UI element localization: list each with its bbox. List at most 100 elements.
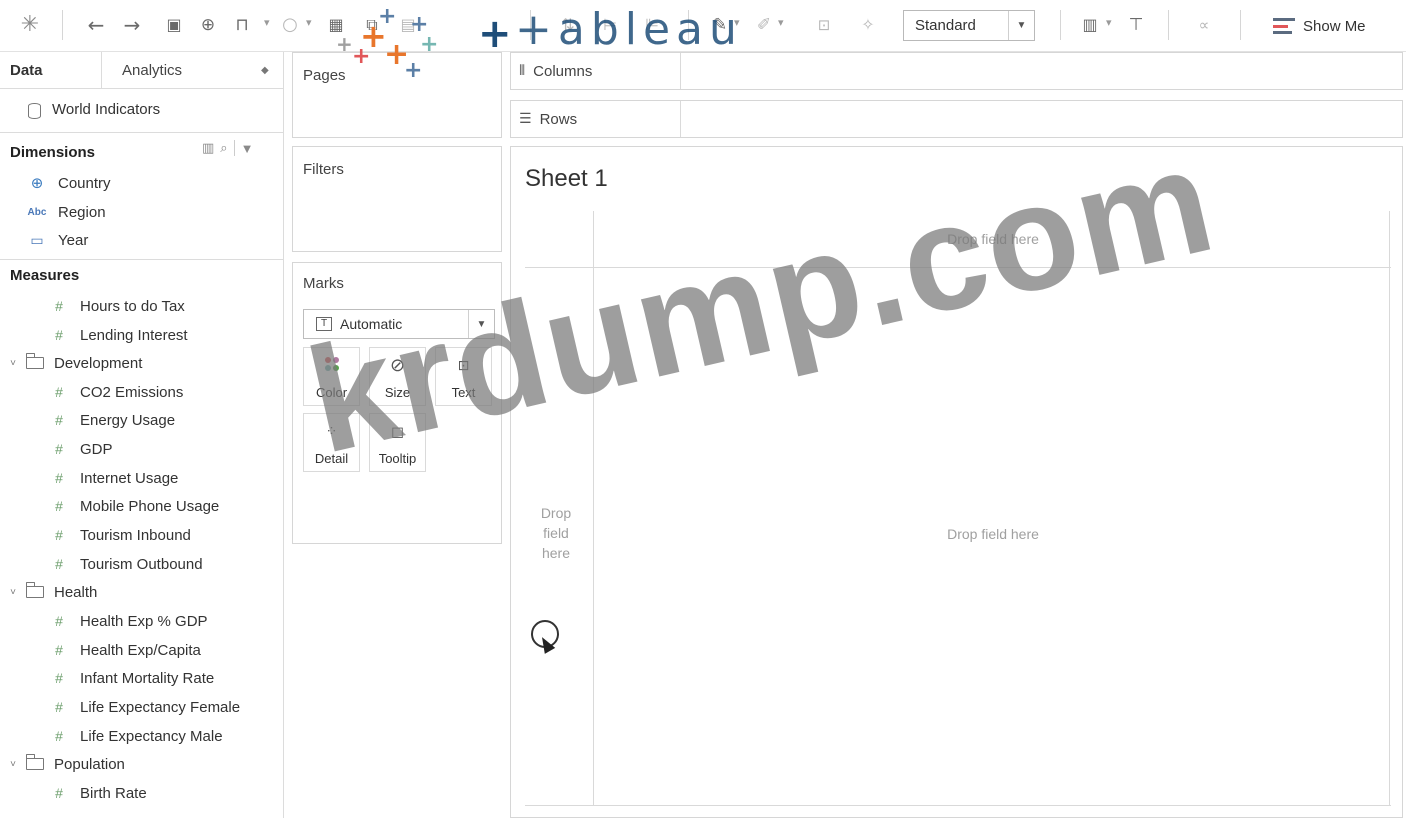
text-button-label: Text — [451, 385, 476, 400]
field-internet-usage[interactable]: # Internet Usage — [48, 465, 178, 491]
text-icon: ⊡ — [457, 358, 470, 374]
color-button[interactable]: Color — [303, 347, 360, 406]
field-label: Country — [58, 174, 111, 192]
chevron-down-icon[interactable]: ▼ — [468, 310, 494, 338]
hash-icon: # — [55, 699, 63, 715]
field-lending-interest[interactable]: # Lending Interest — [48, 322, 188, 348]
chevron-down-icon[interactable]: ▼ — [241, 141, 254, 156]
field-label: Life Expectancy Male — [80, 727, 223, 745]
group-icon[interactable]: ✐ — [752, 12, 776, 38]
run-update-icon[interactable]: ○ — [278, 12, 302, 38]
hash-icon: # — [55, 441, 63, 457]
drop-zone-left[interactable]: Drop field here — [531, 503, 581, 563]
text-mark-icon: T — [316, 317, 332, 331]
hash-icon: # — [55, 498, 63, 514]
tooltip-button[interactable]: ◻ Tooltip — [369, 413, 426, 472]
new-data-source-icon[interactable]: ⊕ — [196, 12, 220, 38]
chevron-down-icon[interactable]: ˅ — [6, 587, 20, 598]
mark-type-value: Automatic — [340, 316, 403, 332]
fit-select[interactable]: Standard ▼ — [903, 10, 1035, 41]
field-infant-mortality-rate[interactable]: # Infant Mortality Rate — [48, 665, 214, 691]
field-co2-emissions[interactable]: # CO2 Emissions — [48, 379, 183, 405]
section-divider — [0, 259, 284, 260]
tab-data[interactable]: Data — [0, 52, 102, 89]
filters-card[interactable]: Filters — [292, 146, 502, 252]
field-region[interactable]: Abc Region — [26, 199, 106, 225]
search-icon[interactable]: ⌕ — [220, 140, 227, 156]
tab-analytics[interactable]: Analytics — [102, 52, 182, 89]
hash-icon: # — [55, 384, 63, 400]
field-mobile-phone-usage[interactable]: # Mobile Phone Usage — [48, 493, 219, 519]
folder-development[interactable]: ˅ Development — [6, 350, 142, 376]
view-toggle-icon[interactable]: ▥ — [202, 140, 214, 156]
detail-button[interactable]: ⁘ Detail — [303, 413, 360, 472]
cards-caret-icon[interactable]: ▾ — [1106, 16, 1112, 29]
field-tourism-inbound[interactable]: # Tourism Inbound — [48, 522, 191, 548]
hash-icon: # — [55, 470, 63, 486]
field-year[interactable]: ▭ Year — [26, 227, 88, 253]
cards-icon[interactable]: ▥ — [1078, 12, 1102, 38]
run-update-caret-icon[interactable]: ▾ — [306, 16, 312, 29]
size-button[interactable]: ⊘ Size — [369, 347, 426, 406]
drop-zone-main[interactable]: Drop field here — [923, 526, 1063, 542]
field-health-exp-gdp[interactable]: # Health Exp % GDP — [48, 608, 207, 634]
fit-select-value: Standard — [915, 17, 976, 34]
globe-icon: ⊕ — [30, 175, 44, 192]
columns-label-text: Columns — [533, 62, 593, 80]
filters-card-title: Filters — [303, 161, 344, 178]
save-icon[interactable]: ▣ — [162, 12, 186, 38]
hash-icon: # — [55, 642, 63, 658]
folder-health[interactable]: ˅ Health — [6, 579, 97, 605]
labels-icon[interactable]: ⊡ — [812, 12, 836, 38]
field-country[interactable]: ⊕ Country — [26, 170, 111, 196]
show-me-button[interactable]: Show Me — [1273, 12, 1366, 40]
size-button-label: Size — [384, 385, 411, 400]
field-tourism-outbound[interactable]: # Tourism Outbound — [48, 551, 202, 577]
folder-population[interactable]: ˅ Population — [6, 751, 125, 777]
hash-icon: # — [55, 613, 63, 629]
logo-cross-icon: + — [352, 44, 371, 69]
chevron-down-icon[interactable]: ▼ — [1008, 11, 1034, 40]
hash-icon: # — [55, 527, 63, 543]
undo-icon[interactable]: ← — [84, 12, 108, 38]
field-life-expectancy-male[interactable]: # Life Expectancy Male — [48, 723, 223, 749]
field-label: Lending Interest — [80, 326, 188, 344]
data-source-row[interactable]: World Indicators — [0, 89, 284, 133]
drop-zone-top[interactable]: Drop field here — [923, 231, 1063, 247]
calendar-icon: ▭ — [30, 231, 44, 248]
field-hours-to-do-tax[interactable]: # Hours to do Tax — [48, 293, 185, 319]
column-header-divider — [525, 267, 1391, 268]
hash-icon: # — [55, 670, 63, 686]
field-label: Energy Usage — [80, 411, 176, 429]
chevron-down-icon[interactable]: ˅ — [6, 358, 20, 369]
pane-menu-icon[interactable]: ◆ — [261, 65, 269, 76]
show-me-icon — [1273, 18, 1295, 34]
rows-label-text: Rows — [539, 110, 578, 128]
worksheet-view: Sheet 1 Drop field here Drop field here … — [510, 146, 1403, 818]
marks-card-title: Marks — [303, 275, 344, 292]
columns-icon: ⦀ — [519, 63, 526, 79]
sheet-title[interactable]: Sheet 1 — [525, 165, 608, 193]
text-button[interactable]: ⊡ Text — [435, 347, 492, 406]
field-gdp[interactable]: # GDP — [48, 436, 112, 462]
shelf-separator — [680, 101, 681, 137]
chevron-down-icon[interactable]: ˅ — [6, 759, 20, 770]
share-icon[interactable]: ∝ — [1192, 12, 1216, 38]
tableau-logo-icon[interactable]: ✳ — [18, 12, 42, 38]
field-life-expectancy-female[interactable]: # Life Expectancy Female — [48, 694, 240, 720]
color-button-label: Color — [315, 385, 348, 400]
fix-axes-icon[interactable]: ✧ — [856, 12, 880, 38]
field-energy-usage[interactable]: # Energy Usage — [48, 407, 175, 433]
mark-type-select[interactable]: T Automatic ▼ — [303, 309, 495, 339]
toolbar-separator — [1240, 10, 1241, 40]
pause-updates-caret-icon[interactable]: ▾ — [264, 16, 270, 29]
redo-icon[interactable]: → — [120, 12, 144, 38]
presentation-icon[interactable]: ⊤ — [1124, 12, 1148, 38]
rows-shelf[interactable]: ☰ Rows — [510, 100, 1403, 138]
field-birth-rate[interactable]: # Birth Rate — [48, 780, 147, 806]
pause-updates-icon[interactable]: ⊓ — [230, 12, 254, 38]
group-caret-icon[interactable]: ▾ — [778, 16, 784, 29]
tableau-logo-text: +ableau — [515, 4, 743, 55]
size-icon: ⊘ — [389, 355, 406, 376]
field-health-exp-capita[interactable]: # Health Exp/Capita — [48, 637, 201, 663]
